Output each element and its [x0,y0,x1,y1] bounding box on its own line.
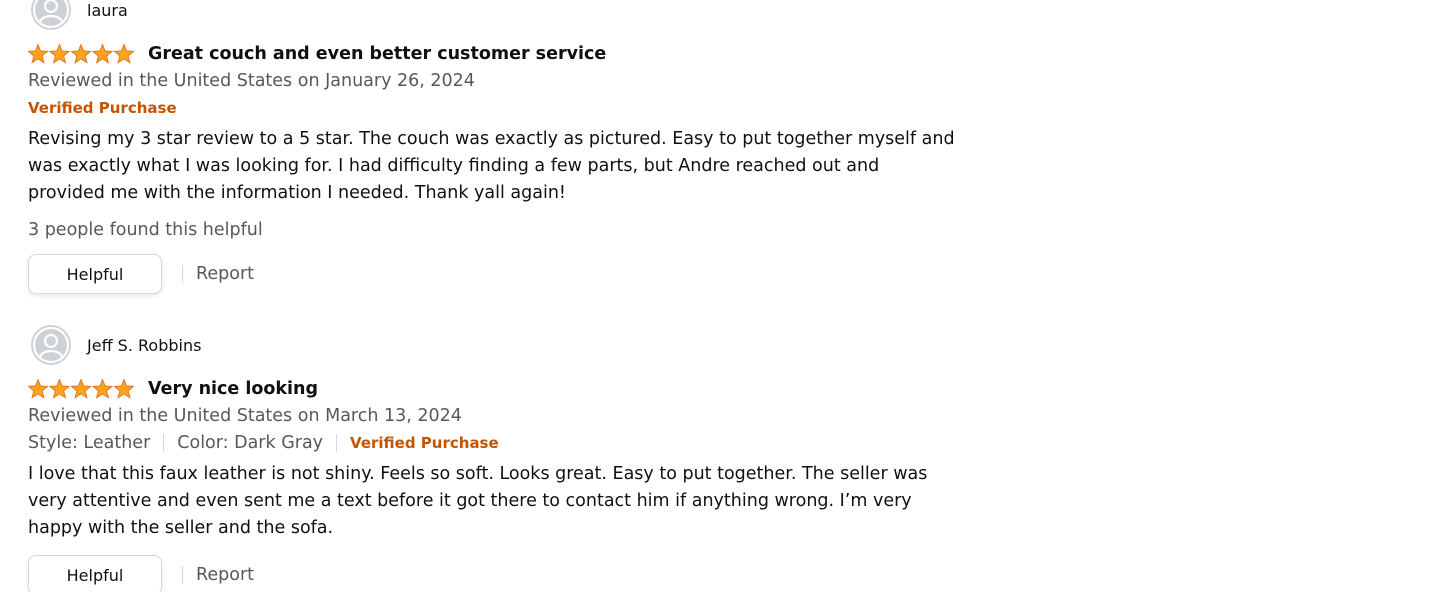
star-icon [70,44,92,64]
review-date: Reviewed in the United States on March 1… [28,406,462,426]
reviewer-profile[interactable]: laura [28,0,958,30]
helpful-button[interactable]: Helpful [28,254,162,294]
verified-purchase-badge: Verified Purchase [28,99,177,117]
divider [163,434,165,452]
star-icon [48,44,71,64]
report-link[interactable]: Report [196,264,254,284]
helpful-button[interactable]: Helpful [28,555,162,592]
star-icon [70,379,92,399]
reviewer-name[interactable]: Jeff S. Robbins [87,336,201,355]
helpful-count: 3 people found this helpful [28,220,263,240]
star-icon [48,379,71,399]
divider [336,434,338,452]
report-link[interactable]: Report [196,565,254,585]
star-rating-graphic [28,379,134,399]
star-rating-graphic [28,44,134,64]
review-body: Revising my 3 star review to a 5 star. T… [28,129,955,203]
review-actions: Helpful Report [28,554,958,592]
star-icon [91,44,114,64]
review-card: Jeff S. Robbins Very nice looking Review… [28,325,958,592]
review-body: I love that this faux leather is not shi… [28,464,928,538]
divider [182,265,183,283]
star-icon [91,379,114,399]
reviews-page: laura Great couch and even better custom… [0,0,1445,592]
star-icon [28,379,49,399]
star-rating[interactable] [28,44,134,64]
review-title[interactable]: Very nice looking [148,379,318,399]
verified-purchase-badge: Verified Purchase [350,434,499,452]
divider [182,566,183,584]
star-icon [113,379,134,399]
review-card: laura Great couch and even better custom… [28,0,958,295]
star-icon [28,44,49,64]
user-avatar-icon [31,325,71,365]
review-date: Reviewed in the United States on January… [28,71,475,91]
review-format: Style: Leather Color: Dark Gray Verified… [28,429,958,457]
star-icon [113,44,134,64]
color-link[interactable]: Color: Dark Gray [177,433,323,453]
review-title[interactable]: Great couch and even better customer ser… [148,44,606,64]
review-actions: Helpful Report [28,253,958,295]
star-rating[interactable] [28,379,134,399]
reviewer-profile[interactable]: Jeff S. Robbins [28,325,958,365]
user-avatar-icon [31,0,71,30]
reviewer-name[interactable]: laura [87,1,128,20]
style-link[interactable]: Style: Leather [28,433,150,453]
